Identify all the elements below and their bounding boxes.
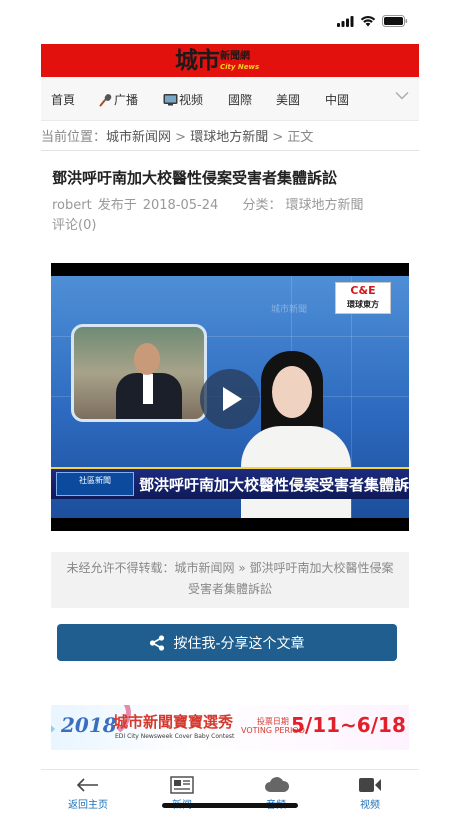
banner-subtitle: EDI City Newsweek Cover Baby Contest — [115, 733, 235, 740]
nav-item-label: 视频 — [179, 93, 204, 107]
category-label: 分类： — [242, 198, 282, 213]
logo-sub: 新聞網 City News — [220, 52, 259, 74]
nav-item-radio[interactable]: 广播 — [99, 91, 138, 108]
top-nav: 首頁 广播 视频 國際 美國 中國 — [41, 77, 419, 121]
breadcrumb-separator: > — [268, 130, 288, 145]
tab-news[interactable]: 新闻 — [135, 770, 229, 818]
tab-audio[interactable]: 音频 — [229, 770, 323, 818]
interviewee-head — [134, 343, 160, 375]
lower-third-badge-text: 社區新聞 — [79, 476, 111, 485]
bottom-tab-bar: 返回主页 新闻 音频 视频 — [41, 769, 419, 818]
nav-item-label: 广播 — [114, 93, 139, 107]
comments-link[interactable]: 评论(0) — [52, 218, 96, 233]
tab-label: 视频 — [360, 800, 380, 811]
nav-item-label: 國際 — [228, 93, 253, 107]
wifi-icon — [360, 16, 376, 27]
banner-title: 城市新聞寶寶選秀 — [113, 713, 234, 731]
banner-dates: 5/11~6/18 — [291, 713, 406, 737]
signal-icon — [337, 15, 354, 27]
video-player[interactable]: 城市新聞 C&E 環球東方 社區新聞 鄧洪呼吁南加大校醫性侵案受害者集體訴訟 — [51, 263, 409, 531]
share-button[interactable]: 按住我-分享这个文章 — [57, 624, 397, 661]
breadcrumb: 当前位置：城市新闻网 > 環球地方新聞 > 正文 — [41, 121, 419, 151]
status-bar — [0, 0, 460, 44]
home-indicator[interactable] — [162, 803, 298, 808]
site-header: 城市 新聞網 City News — [41, 44, 419, 77]
breadcrumb-section-link[interactable]: 環球地方新聞 — [190, 130, 268, 145]
logo-en-text: City News — [220, 63, 260, 71]
lower-third-headline: 鄧洪呼吁南加大校醫性侵案受害者集體訴訟 — [139, 476, 409, 494]
chevron-down-icon[interactable] — [395, 91, 409, 100]
nav-item-china[interactable]: 中國 — [325, 91, 349, 108]
play-button[interactable] — [200, 369, 260, 429]
lower-third-badge: 社區新聞 — [56, 472, 134, 496]
breadcrumb-separator: > — [171, 130, 191, 145]
video-camera-icon — [359, 778, 381, 792]
page: 城市 新聞網 City News 首頁 广播 视频 國際 美國 中國 当前位置：… — [41, 44, 419, 774]
cloud-icon — [265, 777, 290, 792]
share-button-label: 按住我-分享这个文章 — [173, 635, 305, 652]
newspaper-icon — [170, 776, 194, 794]
nav-item-label: 中國 — [325, 93, 350, 107]
video-lower-third: 社區新聞 鄧洪呼吁南加大校醫性侵案受害者集體訴訟 — [51, 467, 409, 499]
article-category-link[interactable]: 環球地方新聞 — [285, 198, 363, 213]
article-meta: robert 发布于 2018-05-24 分类： 環球地方新聞 评论(0) — [52, 196, 372, 236]
video-watermark: 城市新聞 — [271, 305, 308, 315]
copyright-separator: » — [234, 561, 250, 575]
interview-inset — [71, 324, 207, 422]
nav-item-label: 首頁 — [51, 93, 76, 107]
copyright-site-link[interactable]: 城市新闻网 — [175, 561, 235, 575]
anchor-face — [272, 366, 312, 418]
nav-item-home[interactable]: 首頁 — [51, 91, 75, 108]
copyright-prefix: 未经允许不得转载： — [66, 561, 175, 575]
channel-logo: C&E 環球東方 — [335, 282, 391, 314]
copyright-notice: 未经允许不得转载：城市新闻网 » 鄧洪呼吁南加大校醫性侵案受害者集體訴訟 — [51, 552, 409, 608]
tv-icon — [163, 94, 178, 106]
published-label: 发布于 — [97, 198, 137, 213]
contest-banner[interactable]: 2018 城市新聞寶寶選秀 EDI City Newsweek Cover Ba… — [51, 705, 409, 750]
tab-label: 返回主页 — [68, 800, 108, 811]
play-icon — [223, 387, 242, 411]
nav-item-video[interactable]: 视频 — [163, 91, 203, 108]
back-arrow-icon — [76, 778, 98, 792]
article-author: robert — [52, 198, 92, 213]
banner-year: 2018 — [61, 713, 117, 737]
interviewee-shirt — [143, 374, 153, 404]
battery-icon — [382, 15, 408, 27]
article-date: 2018-05-24 — [142, 198, 219, 213]
breadcrumb-prefix: 当前位置： — [41, 130, 107, 145]
tab-back-home[interactable]: 返回主页 — [41, 770, 135, 818]
article-title: 鄧洪呼吁南加大校醫性侵案受害者集體訴訟 — [52, 169, 338, 187]
site-logo[interactable]: 城市 新聞網 City News — [175, 47, 259, 74]
status-icons — [337, 15, 408, 27]
tab-video[interactable]: 视频 — [323, 770, 417, 818]
nav-item-usa[interactable]: 美國 — [276, 91, 300, 108]
channel-logo-text: C&E — [350, 284, 376, 297]
logo-cn-text: 新聞網 — [220, 51, 250, 62]
breadcrumb-home-link[interactable]: 城市新闻网 — [106, 130, 171, 145]
nav-item-label: 美國 — [276, 93, 301, 107]
share-icon — [150, 634, 165, 651]
nav-item-international[interactable]: 國際 — [228, 91, 252, 108]
logo-main-text: 城市 — [175, 47, 220, 74]
channel-name: 環球東方 — [347, 300, 379, 309]
breadcrumb-current: 正文 — [287, 130, 314, 145]
microphone-icon — [99, 93, 112, 106]
